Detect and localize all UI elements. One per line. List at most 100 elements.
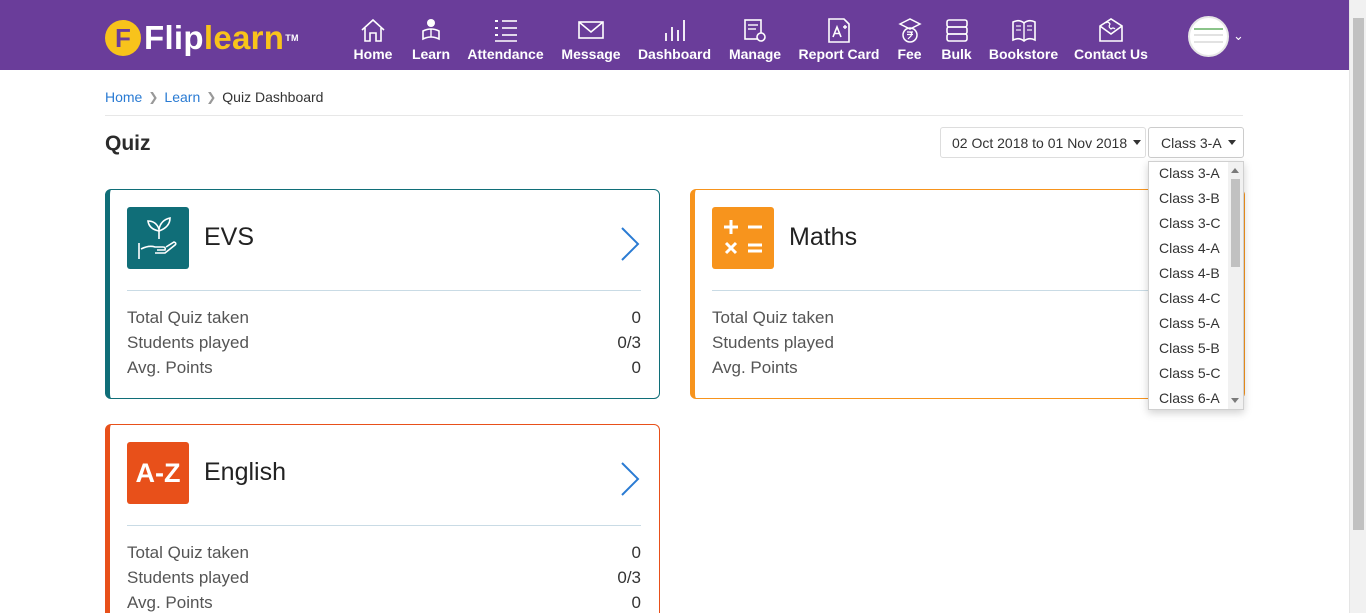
stat-label: Total Quiz taken xyxy=(127,308,249,327)
breadcrumb-learn[interactable]: Learn xyxy=(164,89,200,105)
breadcrumb-current: Quiz Dashboard xyxy=(222,89,324,105)
nav-home[interactable]: Home xyxy=(354,0,392,70)
nav-report-card[interactable]: Report Card xyxy=(799,0,879,70)
nav-bulk[interactable]: Bulk xyxy=(941,0,972,70)
subject-card-english[interactable]: A-Z English Total Quiz taken 0 Students p… xyxy=(105,424,660,613)
class-option[interactable]: Class 4-B xyxy=(1159,265,1220,281)
class-dropdown-list[interactable]: Class 3-A Class 3-B Class 3-C Class 4-A … xyxy=(1148,161,1244,410)
class-option[interactable]: Class 6-A xyxy=(1159,390,1220,406)
logo-learn-text: learn xyxy=(203,19,285,56)
breadcrumb: Home ❯ Learn ❯ Quiz Dashboard xyxy=(105,89,323,105)
class-select-label: Class 3-A xyxy=(1161,134,1222,151)
bulk-icon xyxy=(945,19,968,42)
stat-value: 0/3 xyxy=(617,568,641,587)
page-title: Quiz xyxy=(105,132,151,155)
nav-bulk-label: Bulk xyxy=(941,46,972,62)
attendance-icon xyxy=(494,20,517,42)
nav-bookstore[interactable]: Bookstore xyxy=(989,0,1058,70)
chevron-right-icon[interactable] xyxy=(619,461,641,497)
page-scrollbar-thumb[interactable] xyxy=(1353,18,1364,530)
class-option[interactable]: Class 3-B xyxy=(1159,190,1220,206)
user-avatar[interactable] xyxy=(1188,16,1229,57)
stat-label: Students played xyxy=(127,568,249,587)
nav-dashboard-label: Dashboard xyxy=(637,46,712,62)
contact-icon xyxy=(1099,18,1123,42)
stat-value: 0 xyxy=(631,358,641,377)
caret-down-icon xyxy=(1133,140,1142,145)
stat-total-quiz: Total Quiz taken 0 xyxy=(127,308,641,328)
class-option[interactable]: Class 5-C xyxy=(1159,365,1220,381)
stat-label: Total Quiz taken xyxy=(127,543,249,562)
nav-learn-label: Learn xyxy=(411,46,451,62)
nav-attendance-label: Attendance xyxy=(467,46,544,62)
class-select-button[interactable]: Class 3-A xyxy=(1148,127,1244,158)
subject-card-evs[interactable]: EVS Total Quiz taken 0 Students played 0/3… xyxy=(105,189,660,399)
stat-value: 0 xyxy=(631,543,641,562)
report-card-icon xyxy=(828,18,850,43)
logo-wordmark: FliplearnTM xyxy=(144,20,299,56)
stat-avg-points: Avg. Points 0 xyxy=(127,593,641,613)
stat-label: Avg. Points xyxy=(712,358,798,377)
nav-contact-us[interactable]: Contact Us xyxy=(1074,0,1148,70)
stat-label: Avg. Points xyxy=(127,358,213,377)
class-option[interactable]: Class 3-C xyxy=(1159,215,1220,231)
nav-fee-label: Fee xyxy=(897,46,922,62)
breadcrumb-divider xyxy=(105,115,1243,116)
card-divider xyxy=(127,290,641,291)
nav-fee[interactable]: Fee xyxy=(896,0,923,70)
nav-message-label: Message xyxy=(561,46,621,62)
stat-students-played: Students played 0/3 xyxy=(127,568,641,588)
stat-total-quiz: Total Quiz taken 0 xyxy=(127,543,641,563)
scroll-down-arrow-icon[interactable] xyxy=(1231,398,1239,403)
plant-in-hand-icon xyxy=(127,207,189,269)
stat-label: Students played xyxy=(127,333,249,352)
chevron-down-icon[interactable]: ⌄ xyxy=(1233,28,1244,44)
logo-badge-icon: F xyxy=(105,20,141,56)
dropdown-scrollbar[interactable] xyxy=(1228,162,1243,409)
chevron-right-icon: ❯ xyxy=(206,90,217,104)
dropdown-scrollbar-thumb[interactable] xyxy=(1231,179,1240,267)
stat-label: Avg. Points xyxy=(127,593,213,612)
scroll-up-arrow-icon[interactable] xyxy=(1231,168,1239,173)
nav-manage-label: Manage xyxy=(728,46,782,62)
stat-students-played: Students played 0/3 xyxy=(127,333,641,353)
class-option[interactable]: Class 3-A xyxy=(1159,165,1220,181)
date-range-label: 02 Oct 2018 to 01 Nov 2018 xyxy=(952,134,1128,151)
stat-label: Students played xyxy=(712,333,834,352)
class-option[interactable]: Class 5-B xyxy=(1159,340,1220,356)
nav-dashboard[interactable]: Dashboard xyxy=(637,0,712,70)
stat-value: 0/3 xyxy=(617,333,641,352)
card-divider xyxy=(127,525,641,526)
breadcrumb-home[interactable]: Home xyxy=(105,89,142,105)
page-scrollbar[interactable] xyxy=(1349,0,1366,613)
home-icon xyxy=(361,18,385,42)
math-operators-icon xyxy=(712,207,774,269)
a-z-icon: A-Z xyxy=(127,442,189,504)
class-option[interactable]: Class 4-C xyxy=(1159,290,1220,306)
nav-learn[interactable]: Learn xyxy=(412,0,450,70)
nav-manage[interactable]: Manage xyxy=(728,0,782,70)
manage-icon xyxy=(744,19,766,42)
class-option[interactable]: Class 5-A xyxy=(1159,315,1220,331)
top-navbar: F FliplearnTM Home Learn Attendance Mess… xyxy=(0,0,1366,70)
chevron-right-icon: ❯ xyxy=(148,90,159,104)
date-range-button[interactable]: 02 Oct 2018 to 01 Nov 2018 xyxy=(940,127,1146,158)
dashboard-icon xyxy=(664,20,685,41)
logo-flip-text: Flip xyxy=(144,19,204,56)
subject-name: EVS xyxy=(204,223,255,251)
message-icon xyxy=(578,21,604,39)
fliplearn-logo[interactable]: F FliplearnTM xyxy=(105,20,299,56)
stat-value: 0 xyxy=(631,308,641,327)
caret-down-icon xyxy=(1227,140,1236,145)
nav-attendance[interactable]: Attendance xyxy=(467,0,544,70)
chevron-right-icon[interactable] xyxy=(619,226,641,262)
stat-value: 0 xyxy=(631,593,641,612)
nav-home-label: Home xyxy=(353,46,393,62)
fee-icon xyxy=(897,18,922,43)
class-option[interactable]: Class 4-A xyxy=(1159,240,1220,256)
nav-message[interactable]: Message xyxy=(561,0,621,70)
logo-tm-text: TM xyxy=(285,33,299,43)
nav-contact-us-label: Contact Us xyxy=(1074,46,1148,62)
avatar-graphic xyxy=(1194,28,1223,30)
stat-label: Total Quiz taken xyxy=(712,308,834,327)
